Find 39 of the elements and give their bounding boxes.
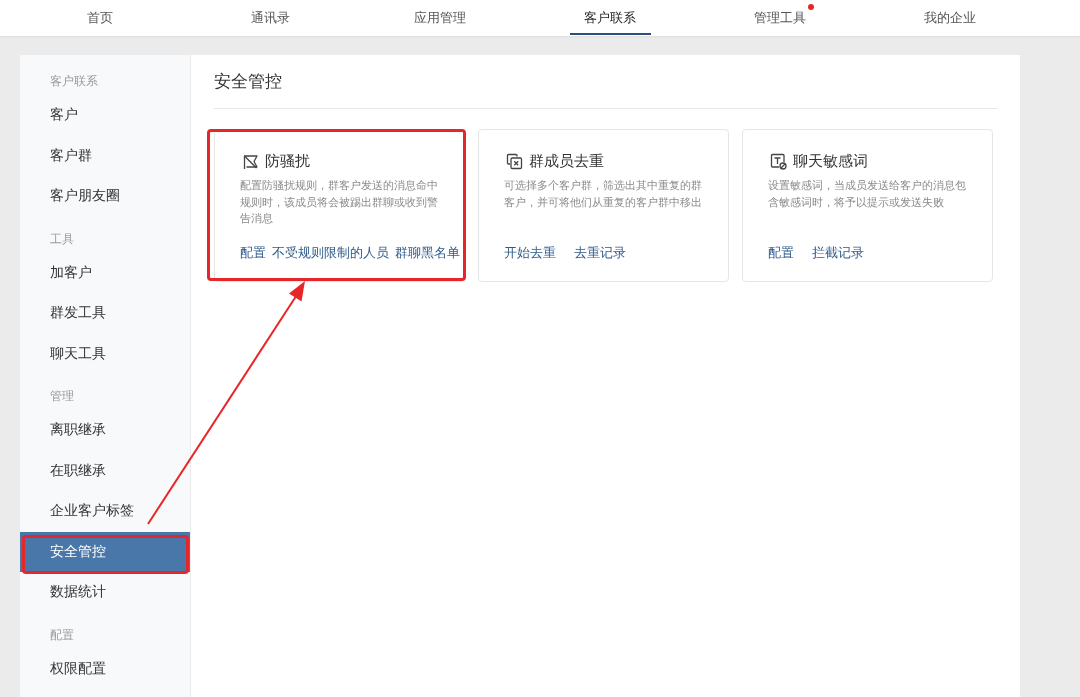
sidebar-item[interactable]: 客户 — [20, 95, 190, 136]
sidebar-item[interactable]: 权限配置 — [20, 648, 190, 689]
sidebar-group-label: 客户联系 — [49, 73, 99, 90]
sidebar-item[interactable]: 群发工具 — [20, 293, 190, 334]
card-title: 群成员去重 — [529, 151, 604, 171]
sidebar-group-label: 管理 — [49, 388, 75, 405]
card-link[interactable]: 不受规则限制的人员 — [272, 244, 389, 262]
flag-slash-icon — [242, 152, 259, 170]
nav-tab[interactable]: 管理工具 — [695, 0, 865, 36]
nav-tab[interactable]: 通讯录 — [185, 0, 355, 36]
sidebar-item[interactable]: 客户群 — [20, 135, 190, 176]
sidebar-item[interactable]: 在职继承 — [20, 450, 190, 491]
card-link[interactable]: 配置 — [240, 244, 266, 262]
sidebar-item[interactable]: 聊天工具 — [20, 333, 190, 374]
nav-tab[interactable]: 应用管理 — [355, 0, 525, 36]
sidebar-item[interactable]: 客户朋友圈 — [20, 176, 190, 217]
card-description: 设置敏感词，当成员发送给客户的消息包含敏感词时，将予以提示或发送失败 — [768, 178, 967, 211]
card-link[interactable]: 拦截记录 — [812, 244, 864, 262]
sidebar-item[interactable]: 离职继承 — [20, 410, 190, 451]
card-title: 防骚扰 — [265, 151, 310, 171]
nav-tab[interactable]: 首页 — [15, 0, 185, 36]
sidebar-group-label: 配置 — [49, 626, 75, 644]
card-title: 聊天敏感词 — [793, 151, 868, 171]
card-description: 配置防骚扰规则，群客户发送的消息命中规则时，该成员将会被踢出群聊或收到警告消息 — [240, 178, 439, 227]
page-title: 安全管控 — [214, 55, 998, 109]
sidebar-group-label: 工具 — [49, 230, 75, 248]
sidebar-item[interactable]: 安全管控 — [20, 531, 190, 572]
card-link[interactable]: 群聊黑名单 — [395, 244, 460, 262]
sidebar-item[interactable]: 数据统计 — [20, 572, 190, 613]
nav-tab[interactable]: 我的企业 — [865, 0, 1035, 36]
card-description: 可选择多个客户群，筛选出其中重复的群客户，并可将他们从重复的客户群中移出 — [504, 178, 703, 211]
card-link[interactable]: 开始去重 — [504, 244, 556, 262]
sidebar-item[interactable]: 企业客户标签 — [20, 491, 190, 532]
nav-tab[interactable]: 客户联系 — [525, 0, 695, 36]
card-link[interactable]: 配置 — [768, 244, 794, 262]
card-link[interactable]: 去重记录 — [574, 244, 626, 262]
overlapping-squares-x-icon — [506, 152, 523, 170]
text-box-ban-icon — [770, 152, 787, 170]
sidebar-item[interactable]: 加客户 — [20, 252, 190, 293]
